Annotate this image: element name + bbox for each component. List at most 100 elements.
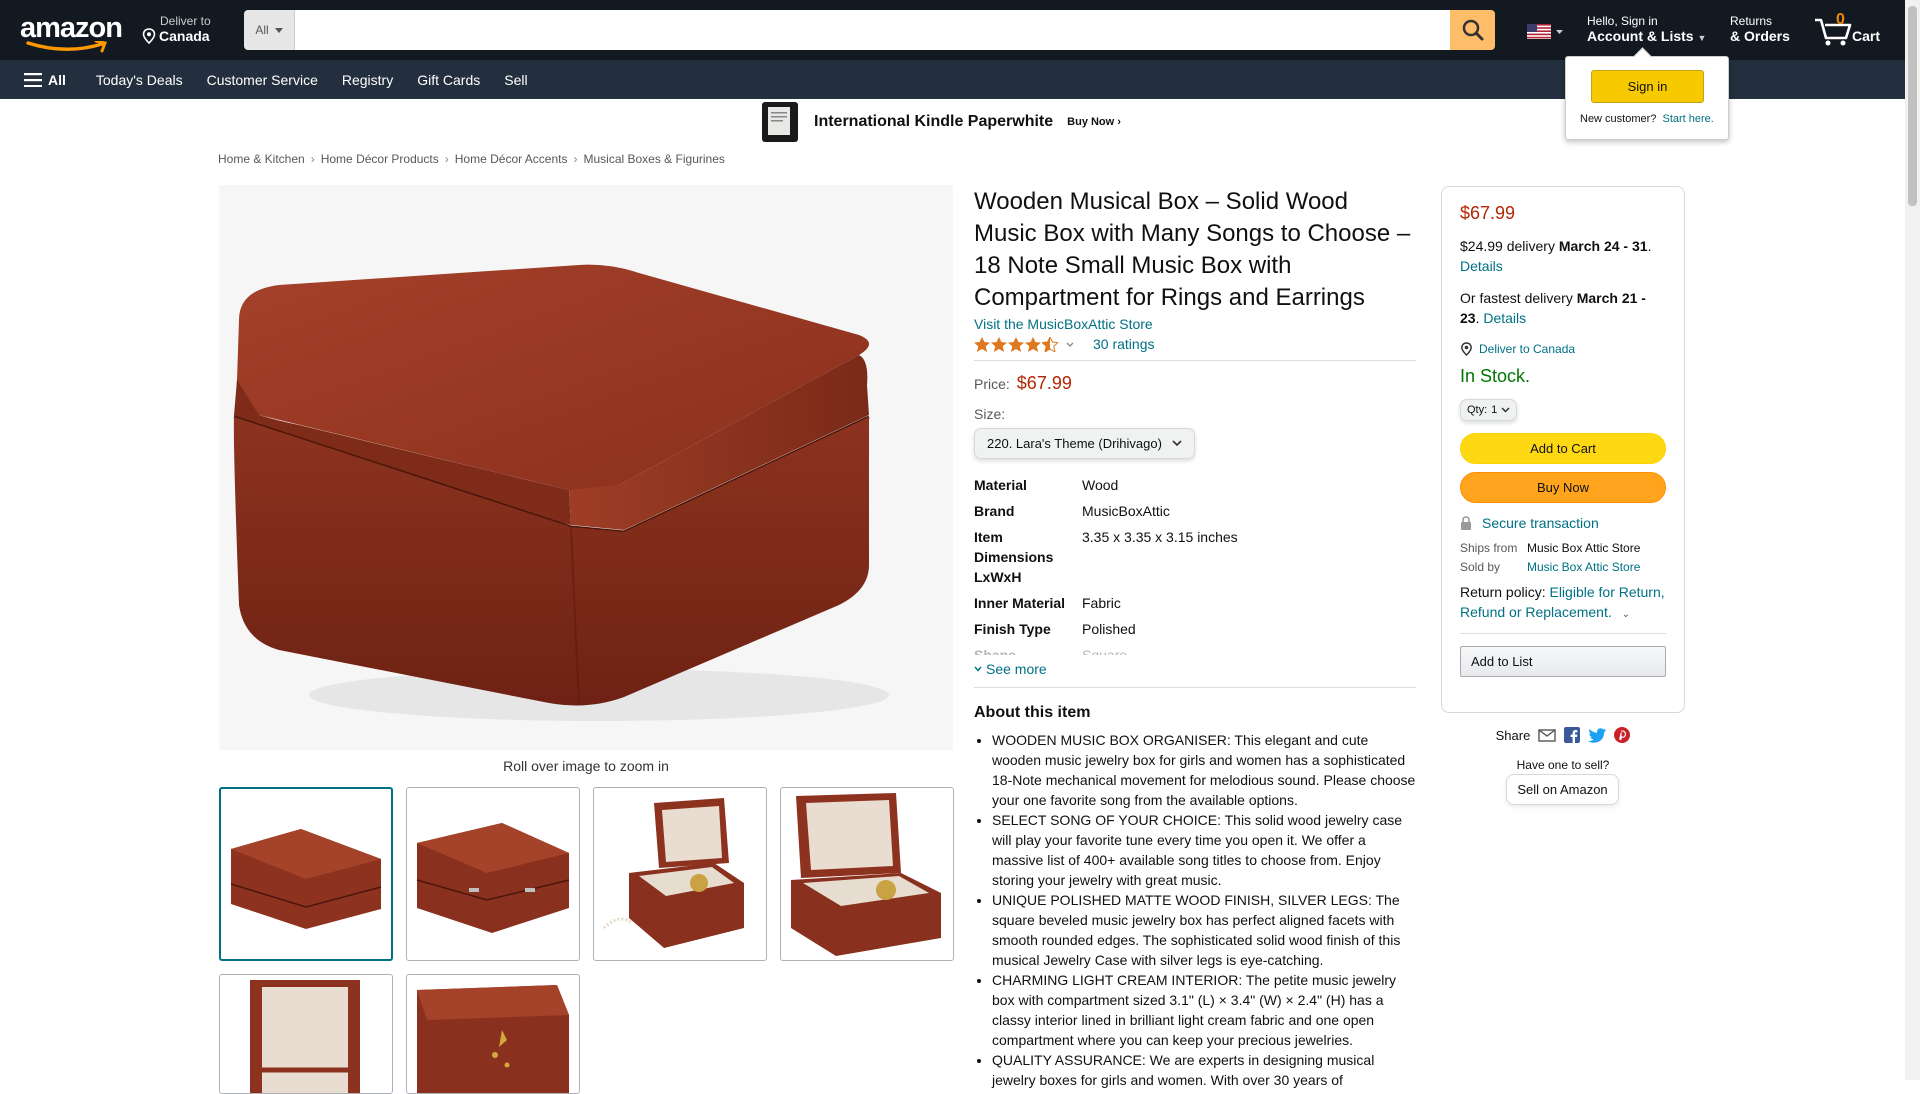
breadcrumb-item[interactable]: Home Décor Accents xyxy=(455,152,568,166)
thumbnail-2[interactable] xyxy=(406,787,580,961)
us-flag-icon xyxy=(1527,24,1551,39)
return-label: Return policy: xyxy=(1460,584,1546,600)
breadcrumb-separator: › xyxy=(310,152,315,166)
spec-value: 3.35 x 3.35 x 3.15 inches xyxy=(1082,529,1238,545)
twitter-icon[interactable] xyxy=(1588,727,1607,743)
breadcrumb-item[interactable]: Home Décor Products xyxy=(321,152,439,166)
breadcrumb-separator: › xyxy=(444,152,449,166)
sell-on-amazon-button[interactable]: Sell on Amazon xyxy=(1506,774,1619,805)
search-icon xyxy=(1462,19,1483,41)
size-dropdown[interactable]: 220. Lara's Theme (Drihivago) xyxy=(974,428,1195,459)
logo-text: amazon xyxy=(20,12,123,44)
add-to-list-button[interactable]: Add to List xyxy=(1460,646,1666,677)
deliver-label: Deliver to xyxy=(160,14,211,28)
about-heading: About this item xyxy=(974,704,1091,721)
spec-value: Fabric xyxy=(1082,595,1121,611)
flyout-signin-button[interactable]: Sign in xyxy=(1591,70,1704,103)
breadcrumb-item[interactable]: Home & Kitchen xyxy=(218,152,305,166)
banner-cta[interactable]: Buy Now › xyxy=(1067,116,1121,128)
thumbnail-image xyxy=(230,829,382,929)
secure-transaction[interactable]: Secure transaction xyxy=(1460,515,1666,531)
spec-key: Item Dimensions LxWxH xyxy=(974,529,1054,585)
returns-orders[interactable]: Returns & Orders xyxy=(1730,14,1790,44)
deliver-to[interactable]: Deliver to Canada xyxy=(142,14,211,44)
amazon-logo[interactable]: amazon xyxy=(20,12,123,53)
search-category-dropdown[interactable]: All xyxy=(244,10,295,50)
breadcrumb-item[interactable]: Musical Boxes & Figurines xyxy=(583,152,724,166)
sold-by-link[interactable]: Music Box Attic Store xyxy=(1527,560,1640,574)
return-policy: Return policy: Eligible for Return, Refu… xyxy=(1460,582,1666,634)
logo-smile-icon xyxy=(26,41,108,53)
deliver-to-link: Deliver to Canada xyxy=(1479,342,1576,356)
feature-bullet: WOODEN MUSIC BOX ORGANISER: This elegant… xyxy=(992,730,1416,810)
thumbnail-image xyxy=(250,980,360,1093)
nav-link-registry[interactable]: Registry xyxy=(342,72,393,88)
ships-from-label: Ships from xyxy=(1460,541,1518,555)
ratings-count-link[interactable]: 30 ratings xyxy=(1093,336,1154,352)
product-price: $67.99 xyxy=(1016,373,1072,393)
search-button[interactable] xyxy=(1450,10,1495,50)
star-rating[interactable] xyxy=(974,336,1075,352)
nav-link-gift-cards[interactable]: Gift Cards xyxy=(417,72,480,88)
language-selector[interactable] xyxy=(1527,24,1563,39)
thumbnail-3[interactable] xyxy=(593,787,767,961)
spec-value: Wood xyxy=(1082,477,1119,493)
all-menu-label: All xyxy=(48,71,66,88)
spec-row: Inner Material Fabric xyxy=(974,593,1416,613)
cart-label: Cart xyxy=(1852,28,1881,44)
page-scrollbar[interactable] xyxy=(1905,0,1920,1080)
kindle-banner[interactable]: International Kindle Paperwhite Buy Now … xyxy=(760,100,1160,144)
email-icon[interactable] xyxy=(1538,728,1557,742)
stock-status: In Stock. xyxy=(1460,366,1531,386)
ships-from-value: Music Box Attic Store xyxy=(1527,541,1641,555)
thumbnail-image xyxy=(602,798,744,948)
nav-link-sell[interactable]: Sell xyxy=(504,72,527,88)
see-more-link[interactable]: See more xyxy=(974,661,1416,688)
chevron-down-icon[interactable]: ⌄ xyxy=(1622,609,1630,620)
thumbnail-4[interactable] xyxy=(780,787,954,961)
star-full-icon xyxy=(1008,336,1024,352)
delivery-prefix: $24.99 delivery xyxy=(1460,238,1555,254)
quantity-dropdown[interactable]: Qty: 1 xyxy=(1460,399,1518,421)
kindle-device-icon xyxy=(762,102,798,142)
size-selected-value: 220. Lara's Theme (Drihivago) xyxy=(987,436,1162,451)
nav-link-customer-service[interactable]: Customer Service xyxy=(207,72,318,88)
have-one-to-sell: Have one to sell? xyxy=(1516,758,1610,772)
facebook-icon[interactable] xyxy=(1564,727,1581,743)
store-link[interactable]: Visit the MusicBoxAttic Store xyxy=(974,316,1416,332)
search-input[interactable] xyxy=(295,10,1450,50)
cart-count: 0 xyxy=(1836,11,1845,28)
spec-row: Shape Square xyxy=(974,645,1416,655)
main-product-image[interactable] xyxy=(219,185,953,750)
start-here-link[interactable]: Start here. xyxy=(1662,113,1713,125)
caret-down-icon xyxy=(1556,29,1563,34)
fastest-details-link[interactable]: Details xyxy=(1483,310,1526,326)
account-lists[interactable]: Hello, Sign in Account & Lists ▼ xyxy=(1587,14,1706,44)
add-to-cart-button[interactable]: Add to Cart xyxy=(1460,433,1666,464)
signin-flyout: Sign in New customer? Start here. xyxy=(1565,56,1729,140)
new-customer-label: New customer? xyxy=(1580,113,1657,125)
thumbnail-1[interactable] xyxy=(219,787,393,961)
spec-value: MusicBoxAttic xyxy=(1082,503,1170,519)
spec-key: Inner Material xyxy=(974,595,1066,611)
feature-bullet: UNIQUE POLISHED MATTE WOOD FINISH, SILVE… xyxy=(992,890,1416,970)
scrollbar-thumb[interactable] xyxy=(1908,6,1917,206)
nav-link-todays-deals[interactable]: Today's Deals xyxy=(96,72,183,88)
star-full-icon xyxy=(991,336,1007,352)
spec-value: Square xyxy=(1082,647,1128,655)
hamburger-icon xyxy=(24,72,42,87)
delivery-details-link[interactable]: Details xyxy=(1460,256,1666,276)
spec-key: Brand xyxy=(974,503,1015,519)
all-menu-button[interactable]: All xyxy=(24,72,66,88)
cart-icon xyxy=(1815,18,1852,46)
sold-by-label: Sold by xyxy=(1460,560,1501,574)
pinterest-icon[interactable] xyxy=(1614,727,1631,743)
thumbnail-5[interactable] xyxy=(219,974,393,1094)
location-pin-icon xyxy=(1461,342,1472,356)
cart-button[interactable]: 0 Cart xyxy=(1813,11,1883,48)
fastest-delivery-info: Or fastest delivery March 21 - 23. Detai… xyxy=(1460,290,1646,326)
ships-sold-info: Ships from Music Box Attic Store Sold by M… xyxy=(1460,541,1666,574)
deliver-to-location[interactable]: Deliver to Canada xyxy=(1460,342,1666,356)
thumbnail-6[interactable] xyxy=(406,974,580,1094)
buy-now-button[interactable]: Buy Now xyxy=(1460,472,1666,503)
